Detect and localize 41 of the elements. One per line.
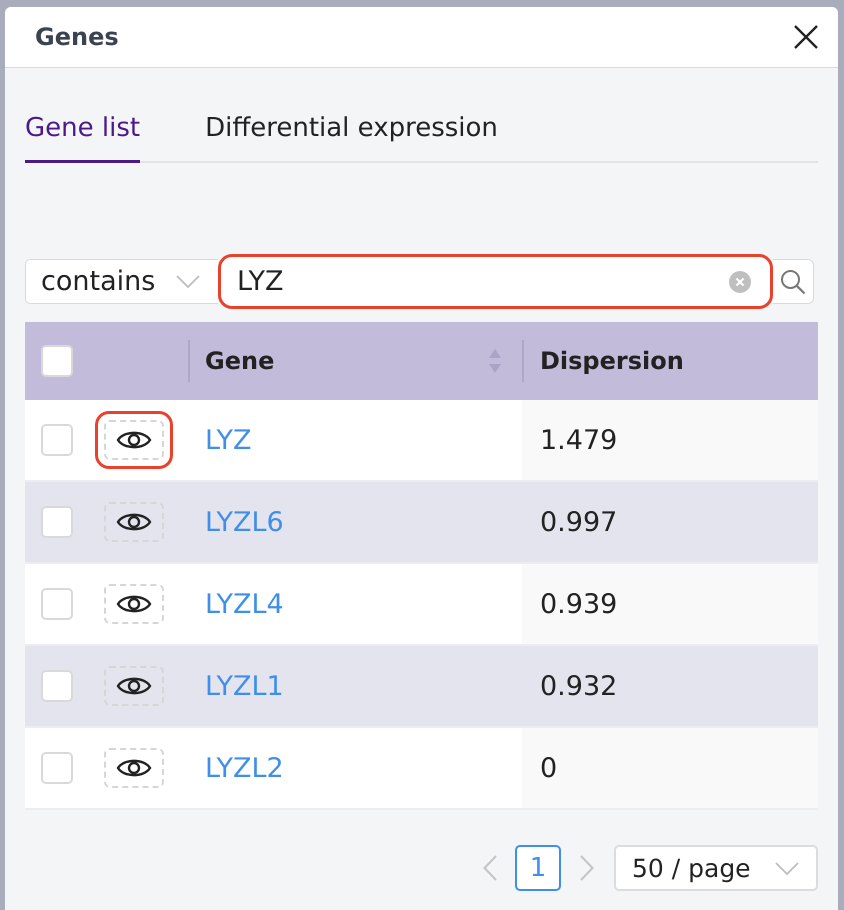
chevron-down-icon: [176, 275, 200, 288]
tab[interactable]: Gene list: [25, 110, 140, 163]
operator-select[interactable]: contains: [25, 259, 218, 304]
previous-page-button[interactable]: [483, 855, 497, 881]
chevron-left-icon: [483, 855, 497, 881]
gene-link[interactable]: LYZL1: [205, 670, 284, 702]
dispersion-value: 0.932: [540, 670, 618, 702]
next-page-button[interactable]: [580, 855, 594, 881]
search-field[interactable]: LYZ: [218, 254, 773, 309]
close-icon: [793, 24, 819, 50]
dispersion-value: 1.479: [540, 424, 618, 456]
dispersion-value: 0: [540, 752, 558, 784]
view-button[interactable]: [104, 666, 164, 706]
close-button[interactable]: [793, 24, 819, 50]
page-button[interactable]: 1: [515, 845, 561, 891]
view-button[interactable]: [104, 584, 164, 624]
row-checkbox[interactable]: [41, 424, 73, 456]
row-checkbox[interactable]: [41, 670, 73, 702]
dispersion-value: 0.939: [540, 588, 618, 620]
clear-icon: [729, 270, 751, 292]
gene-link[interactable]: LYZL6: [205, 506, 284, 538]
view-button[interactable]: [104, 420, 164, 460]
chevron-right-icon: [580, 855, 594, 881]
column-header: Dispersion: [540, 347, 684, 375]
dialog-title: Genes: [35, 23, 119, 51]
search-icon: [780, 268, 806, 294]
gene-link[interactable]: LYZL2: [205, 752, 284, 784]
chevron-down-icon: [775, 862, 799, 874]
row-checkbox[interactable]: [41, 506, 73, 538]
view-button[interactable]: [104, 748, 164, 788]
gene-link[interactable]: LYZ: [205, 424, 252, 456]
dispersion-value: 0.997: [540, 506, 618, 538]
page-size-select[interactable]: 50 / page: [614, 845, 818, 891]
gene-link[interactable]: LYZL4: [205, 588, 284, 620]
view-button[interactable]: [104, 502, 164, 542]
search-button[interactable]: [773, 259, 814, 304]
select-all-checkbox[interactable]: [41, 345, 73, 377]
row-checkbox[interactable]: [41, 588, 73, 620]
row-checkbox[interactable]: [41, 752, 73, 784]
column-header: Gene: [205, 347, 274, 375]
tab[interactable]: Differential expression: [205, 110, 498, 163]
